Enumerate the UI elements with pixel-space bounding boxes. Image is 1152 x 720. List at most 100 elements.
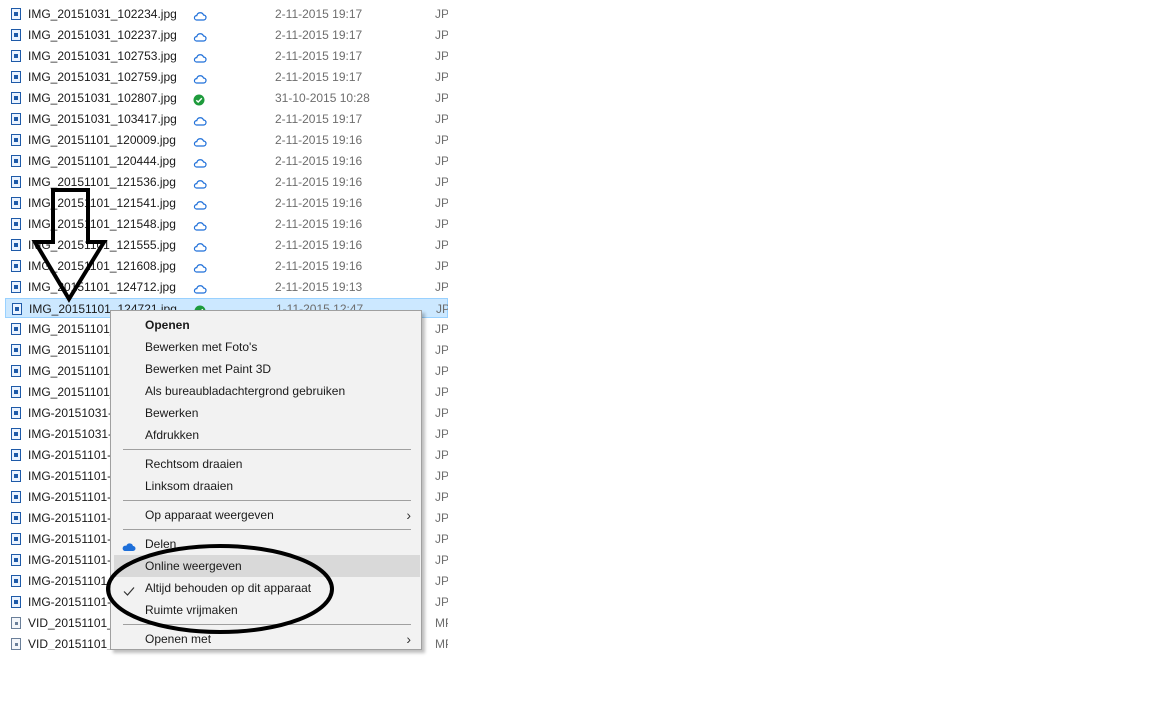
- menu-item-bewerken-met-fotos[interactable]: Bewerken met Foto's: [111, 336, 421, 358]
- file-type: JPG: [435, 175, 448, 189]
- file-row[interactable]: IMG_20151101_120444.jpg 2-11-2015 19:16 JP…: [5, 151, 448, 171]
- menu-item-openen[interactable]: Openen: [111, 314, 421, 336]
- file-name: IMG-20151101-: [28, 469, 112, 483]
- file-name: IMG_20151101_121555.jpg: [28, 238, 176, 252]
- menu-item-altijd-behouden[interactable]: Altijd behouden op dit apparaat: [111, 577, 421, 599]
- file-type: JPG: [435, 364, 448, 378]
- menu-separator: [123, 624, 411, 625]
- menu-item-als-bureaubladachtergrond[interactable]: Als bureaubladachtergrond gebruiken: [111, 380, 421, 402]
- file-name: IMG_20151101_121541.jpg: [28, 196, 176, 210]
- menu-item-bewerken[interactable]: Bewerken: [111, 402, 421, 424]
- cloud-icon: [193, 29, 207, 42]
- file-row[interactable]: IMG_20151031_102234.jpg 2-11-2015 19:17 JP…: [5, 4, 448, 24]
- file-type: JPG: [435, 91, 448, 105]
- file-type: JPG: [435, 490, 448, 504]
- file-name: IMG_20151101_121536.jpg: [28, 175, 176, 189]
- menu-item-openen-met[interactable]: Openen met ›: [111, 628, 421, 649]
- file-row[interactable]: IMG_20151101_121536.jpg 2-11-2015 19:16 JP…: [5, 172, 448, 192]
- image-file-icon: [11, 176, 21, 188]
- file-row[interactable]: IMG_20151031_102759.jpg 2-11-2015 19:17 JP…: [5, 67, 448, 87]
- menu-item-label: Online weergeven: [145, 559, 242, 573]
- image-file-icon: [11, 71, 21, 83]
- file-row[interactable]: IMG_20151101_121608.jpg 2-11-2015 19:16 JP…: [5, 256, 448, 276]
- image-file-icon: [11, 197, 21, 209]
- file-row[interactable]: IMG_20151101_120009.jpg 2-11-2015 19:16 JP…: [5, 130, 448, 150]
- menu-item-label: Delen: [145, 537, 177, 551]
- menu-item-bewerken-met-paint-3d[interactable]: Bewerken met Paint 3D: [111, 358, 421, 380]
- file-name: IMG-20151031-: [28, 427, 113, 441]
- file-row[interactable]: IMG_20151031_102753.jpg 2-11-2015 19:17 JP…: [5, 46, 448, 66]
- cloud-icon: [193, 239, 207, 252]
- file-date: 2-11-2015 19:16: [275, 175, 363, 189]
- file-type: JPG: [435, 427, 448, 441]
- menu-item-op-apparaat-weergeven[interactable]: Op apparaat weergeven ›: [111, 504, 421, 526]
- image-file-icon: [11, 428, 21, 440]
- file-row[interactable]: IMG_20151101_121541.jpg 2-11-2015 19:16 JP…: [5, 193, 448, 213]
- file-date: 2-11-2015 19:13: [275, 280, 363, 294]
- file-row[interactable]: IMG_20151031_102237.jpg 2-11-2015 19:17 JP…: [5, 25, 448, 45]
- file-name: VID_20151101_1: [28, 616, 121, 630]
- file-name: IMG_20151101_: [28, 322, 117, 336]
- cloud-icon: [193, 8, 207, 21]
- file-type: JPG: [435, 343, 448, 357]
- chevron-right-icon: ›: [406, 631, 411, 647]
- cloud-icon: [193, 218, 207, 231]
- cloud-icon: [193, 197, 207, 210]
- image-file-icon: [11, 50, 21, 62]
- menu-separator: [123, 529, 411, 530]
- menu-item-delen[interactable]: Delen: [111, 533, 421, 555]
- file-row[interactable]: IMG_20151101_121555.jpg 2-11-2015 19:16 JP…: [5, 235, 448, 255]
- file-name: IMG_20151101_: [28, 343, 117, 357]
- file-type: JPG: [435, 532, 448, 546]
- file-row[interactable]: IMG_20151101_121548.jpg 2-11-2015 19:16 JP…: [5, 214, 448, 234]
- file-date: 2-11-2015 19:16: [275, 154, 363, 168]
- menu-item-rechtsom-draaien[interactable]: Rechtsom draaien: [111, 453, 421, 475]
- image-file-icon: [11, 113, 21, 125]
- cloud-icon: [193, 176, 207, 189]
- file-name: IMG_20151031_102807.jpg: [28, 91, 177, 105]
- file-type: JPG: [435, 7, 448, 21]
- file-type: JPG: [435, 448, 448, 462]
- file-name: IMG_20151031_103417.jpg: [28, 112, 177, 126]
- file-date: 2-11-2015 19:17: [275, 70, 363, 84]
- menu-item-label: Afdrukken: [145, 428, 200, 442]
- file-type: JPG: [435, 280, 448, 294]
- menu-item-online-weergeven[interactable]: Online weergeven: [114, 555, 420, 577]
- cloud-icon: [193, 260, 207, 273]
- image-file-icon: [11, 575, 21, 587]
- file-name: IMG-20151101-: [28, 490, 112, 504]
- image-file-icon: [11, 407, 21, 419]
- cloud-icon: [193, 155, 207, 168]
- synced-check-icon: [193, 92, 207, 106]
- menu-item-label: Openen: [145, 318, 190, 332]
- file-type: JPG: [435, 322, 448, 336]
- menu-item-label: Bewerken met Paint 3D: [145, 362, 272, 376]
- menu-item-label: Openen met: [145, 632, 212, 646]
- menu-item-label: Altijd behouden op dit apparaat: [145, 581, 312, 595]
- image-file-icon: [11, 239, 21, 251]
- file-type: JPG: [435, 259, 448, 273]
- file-row[interactable]: IMG_20151101_124712.jpg 2-11-2015 19:13 JP…: [5, 277, 448, 297]
- cloud-icon: [193, 113, 207, 126]
- file-name: VID_20151101_1: [28, 637, 121, 650]
- file-row[interactable]: IMG_20151031_103417.jpg 2-11-2015 19:17 JP…: [5, 109, 448, 129]
- menu-item-ruimte-vrijmaken[interactable]: Ruimte vrijmaken: [111, 599, 421, 621]
- menu-item-linksom-draaien[interactable]: Linksom draaien: [111, 475, 421, 497]
- file-type: MP4: [435, 637, 448, 650]
- file-name: IMG_20151101_: [28, 364, 117, 378]
- file-row[interactable]: IMG_20151031_102807.jpg 31-10-2015 10:28 J…: [5, 88, 448, 108]
- file-type: JPG: [435, 385, 448, 399]
- menu-item-afdrukken[interactable]: Afdrukken: [111, 424, 421, 446]
- file-type: JPG: [435, 28, 448, 42]
- file-type: JPG: [435, 574, 448, 588]
- menu-item-label: Op apparaat weergeven: [145, 508, 274, 522]
- chevron-right-icon: ›: [406, 507, 411, 523]
- file-date: 2-11-2015 19:16: [275, 238, 363, 252]
- cloud-icon: [193, 50, 207, 63]
- video-file-icon: [11, 617, 21, 629]
- file-name: IMG_20151101_120444.jpg: [28, 154, 176, 168]
- file-type: JPG: [435, 595, 448, 609]
- file-date: 2-11-2015 19:17: [275, 112, 363, 126]
- image-file-icon: [11, 449, 21, 461]
- image-file-icon: [11, 260, 21, 272]
